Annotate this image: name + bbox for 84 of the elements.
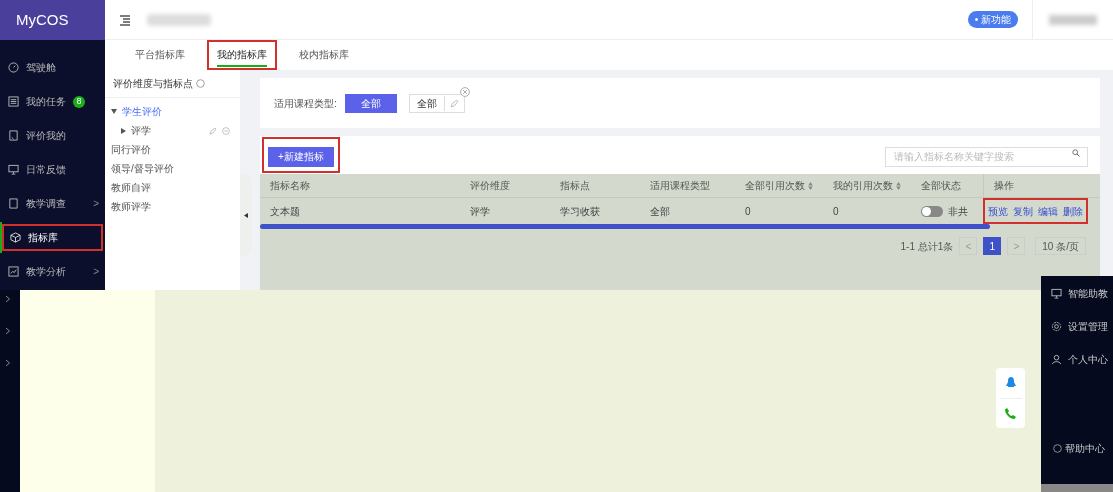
new-feature-badge[interactable]: • 新功能 <box>967 11 1018 28</box>
blurred-user <box>1049 14 1097 25</box>
person-icon <box>1051 354 1062 365</box>
tree-item[interactable]: 教师评学 <box>111 199 151 214</box>
action-link[interactable]: 复制 <box>1013 203 1033 219</box>
action-link[interactable]: 预览 <box>988 203 1008 219</box>
column-header: 指标名称 <box>270 179 310 193</box>
toggle-switch[interactable] <box>921 205 943 217</box>
chevron: > <box>93 197 99 211</box>
sidebar-item[interactable]: 我的任务 8 <box>0 86 105 117</box>
collapse-handle[interactable] <box>240 173 252 257</box>
chevron-icon[interactable] <box>6 296 10 302</box>
sidebar-item[interactable]: 教学调查 > <box>0 188 105 219</box>
gauge-icon <box>8 62 19 73</box>
tab[interactable]: 平台指标库 <box>125 40 195 70</box>
phone-icon[interactable] <box>1005 408 1016 419</box>
expand-icon[interactable] <box>121 127 126 134</box>
document-icon <box>8 130 19 141</box>
expand-icon[interactable] <box>111 109 117 114</box>
chart-icon <box>8 266 19 277</box>
list-icon <box>8 96 19 107</box>
tag-text: 全部 <box>409 95 445 111</box>
penguin-icon[interactable] <box>1005 377 1016 389</box>
collapse-icon[interactable] <box>244 212 248 218</box>
monitor-icon <box>8 164 19 175</box>
new-indicator-button[interactable]: +新建指标 <box>268 146 334 167</box>
table-cell: 学习收获 <box>560 205 600 217</box>
page-button[interactable]: 1 <box>983 237 1002 255</box>
scrollbar[interactable] <box>260 224 990 229</box>
table-cell: 0 <box>745 205 751 217</box>
side-panel-item[interactable]: 设置管理 <box>1068 319 1108 334</box>
sidebar-item[interactable]: 教学分析 > <box>0 256 105 287</box>
tree-item[interactable]: 领导/督导评价 <box>111 161 174 176</box>
sort-icon[interactable] <box>896 181 901 190</box>
sidebar-item[interactable]: 日常反馈 <box>0 154 105 185</box>
chevron: > <box>93 265 99 279</box>
filter-option[interactable]: 全部 <box>344 93 397 113</box>
close-icon[interactable] <box>459 86 470 97</box>
menu-icon[interactable] <box>119 13 131 26</box>
monitor-icon <box>1051 288 1062 299</box>
cube-icon <box>10 232 21 243</box>
tab[interactable]: 校内指标库 <box>289 40 359 70</box>
chevron-icon[interactable] <box>6 328 10 334</box>
table-cell: 全部 <box>650 205 670 217</box>
action-link[interactable]: 删除 <box>1063 203 1083 219</box>
filter-label: 适用课程类型: <box>274 96 337 111</box>
sidebar-item[interactable]: 驾驶舱 <box>0 52 105 83</box>
tree-item[interactable]: 同行评价 <box>111 142 151 157</box>
column-header[interactable]: 我的引用次数 <box>833 178 893 193</box>
table-cell: 评学 <box>470 205 490 217</box>
column-header: 全部状态 <box>921 179 961 193</box>
panel-footer <box>1041 484 1113 492</box>
side-panel-item[interactable]: 个人中心 <box>1068 352 1108 367</box>
help-icon[interactable] <box>196 79 205 88</box>
count-badge: 8 <box>73 95 85 108</box>
column-header: 评价维度 <box>470 179 510 193</box>
edit-icon[interactable] <box>449 98 459 108</box>
search-icon[interactable] <box>1072 149 1080 157</box>
page-icon <box>8 198 19 209</box>
pagination-summary: 1-1 总计1条 <box>900 239 954 254</box>
column-header: 操作 <box>994 179 1014 193</box>
tree-item[interactable]: 学生评价 <box>122 104 162 119</box>
help-link[interactable]: 帮助中心 <box>1065 441 1105 456</box>
panel-title: 评价维度与指标点 <box>113 77 193 91</box>
chevron-icon[interactable] <box>6 360 10 366</box>
help-icon[interactable] <box>1053 444 1062 453</box>
tree-item[interactable]: 教师自评 <box>111 180 151 195</box>
table-cell: 文本题 <box>270 205 300 217</box>
search-field[interactable]: 请输入指标名称关键字搜索 <box>885 146 1088 167</box>
sidebar-item[interactable]: 指标库 <box>0 222 105 253</box>
sidebar-item[interactable]: 评价我的 <box>0 120 105 151</box>
column-header: 指标点 <box>560 179 590 193</box>
logo: MyCOS <box>16 9 69 30</box>
side-panel-item[interactable]: 智能助教 <box>1068 286 1108 301</box>
status-text: 非共 <box>948 204 968 219</box>
blurred-title <box>147 13 211 26</box>
column-header[interactable]: 全部引用次数 <box>745 178 805 193</box>
tree-item[interactable]: 评学 <box>131 123 151 138</box>
page-size-select[interactable]: 10 条/页 <box>1035 237 1086 255</box>
action-link[interactable]: 编辑 <box>1038 203 1058 219</box>
settings-icon <box>1051 321 1062 332</box>
sort-icon[interactable] <box>808 181 813 190</box>
table-cell: 0 <box>833 205 839 217</box>
column-header: 适用课程类型 <box>650 179 710 193</box>
